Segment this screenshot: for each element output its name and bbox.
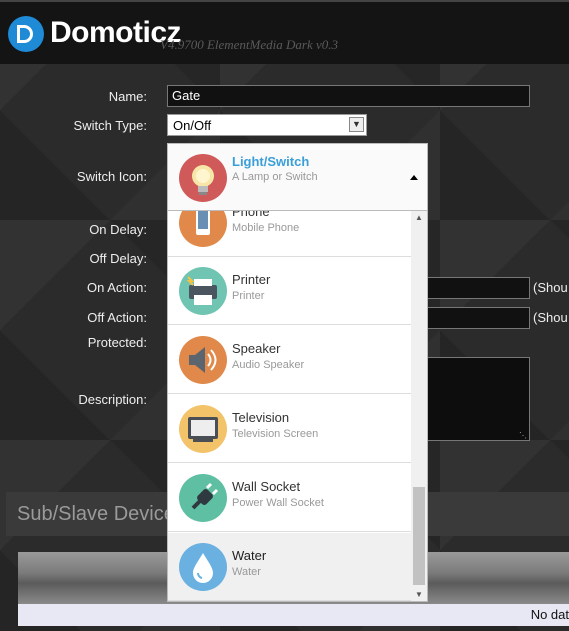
chevron-down-icon[interactable]: ▼	[349, 117, 364, 132]
option-subtitle: Audio Speaker	[232, 359, 305, 371]
option-subtitle: Printer	[232, 290, 265, 302]
scroll-down-icon[interactable]: ▼	[411, 588, 427, 601]
option-title: Wall Socket	[232, 479, 301, 494]
switch-icon-label: Switch Icon:	[76, 169, 147, 184]
off-action-label: Off Action:	[87, 310, 147, 325]
option-subtitle: Mobile Phone	[232, 222, 300, 234]
option-subtitle: Power Wall Socket	[232, 497, 324, 509]
protected-label: Protected:	[87, 335, 147, 350]
option-subtitle: Television Screen	[232, 428, 319, 440]
lightbulb-icon	[179, 154, 227, 202]
no-data-row: No dat	[18, 604, 569, 626]
scroll-up-icon[interactable]: ▲	[411, 211, 427, 225]
list-item-water[interactable]: Water Water	[168, 533, 411, 601]
switch-icon-list[interactable]: Phone Mobile Phone Printer Printer Speak…	[167, 211, 428, 602]
description-textarea[interactable]: ⋱	[425, 357, 530, 441]
television-icon	[179, 405, 227, 453]
phone-icon	[179, 211, 227, 247]
switch-icon-select[interactable]: Light/Switch A Lamp or Switch	[167, 143, 428, 211]
option-title: Television	[232, 410, 290, 425]
option-title: Speaker	[232, 341, 281, 356]
off-action-hint: (Shou	[533, 310, 568, 325]
wall-socket-icon	[179, 474, 227, 522]
speaker-icon	[179, 336, 227, 384]
printer-icon	[179, 267, 227, 315]
list-item-printer[interactable]: Printer Printer	[168, 257, 411, 325]
list-item-wall-socket[interactable]: Wall Socket Power Wall Socket	[168, 464, 411, 532]
version-text: V4.9700 ElementMedia Dark v0.3	[160, 37, 338, 52]
option-subtitle: Water	[232, 566, 261, 578]
option-title: Water	[232, 548, 267, 563]
switch-type-select[interactable]: On/Off ▼	[167, 114, 367, 136]
list-item-television[interactable]: Television Television Screen	[168, 395, 411, 463]
description-label: Description:	[78, 392, 147, 407]
list-scrollbar[interactable]: ▲ ▼	[411, 211, 427, 601]
resize-handle-icon[interactable]: ⋱	[519, 431, 527, 440]
on-action-input[interactable]	[425, 277, 530, 299]
domoticz-logo-icon[interactable]	[8, 16, 44, 52]
caret-up-icon[interactable]	[410, 175, 418, 180]
off-delay-label: Off Delay:	[89, 251, 147, 266]
selected-icon-subtitle: A Lamp or Switch	[232, 171, 318, 183]
on-action-hint: (Shou	[533, 280, 568, 295]
on-delay-label: On Delay:	[89, 222, 147, 237]
selected-icon-title: Light/Switch	[232, 154, 310, 169]
switch-type-label: Switch Type:	[73, 118, 147, 133]
scroll-thumb[interactable]	[413, 487, 425, 585]
option-title: Phone	[232, 211, 270, 219]
option-title: Printer	[232, 272, 271, 287]
switch-type-value: On/Off	[173, 118, 212, 133]
list-item-phone[interactable]: Phone Mobile Phone	[168, 211, 411, 257]
name-label: Name:	[108, 89, 147, 104]
list-item-speaker[interactable]: Speaker Audio Speaker	[168, 326, 411, 394]
off-action-input[interactable]	[425, 307, 530, 329]
on-action-label: On Action:	[87, 280, 147, 295]
water-icon	[179, 543, 227, 591]
top-bar: Domoticz V4.9700 ElementMedia Dark v0.3	[0, 0, 569, 64]
name-input[interactable]: Gate	[167, 85, 530, 107]
